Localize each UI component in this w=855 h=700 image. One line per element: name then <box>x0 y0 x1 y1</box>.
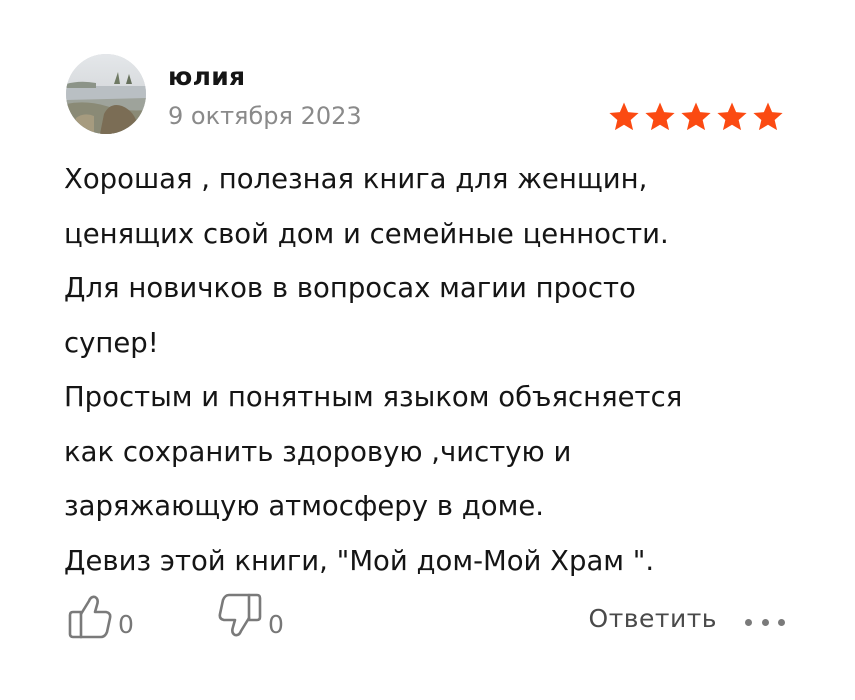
review-text-line: Хорошая , полезная книга для женщин, <box>64 163 648 195</box>
star-icon <box>751 100 785 134</box>
avatar[interactable] <box>66 54 146 134</box>
review-text-line: Девиз этой книги, "Мой дом-Мой Храм ". <box>64 544 655 577</box>
review-text-line: заряжающую атмосферу в доме. <box>64 490 544 522</box>
dot <box>761 618 769 626</box>
like-count: 0 <box>118 609 134 639</box>
rating-stars <box>607 100 785 134</box>
more-dots-icon[interactable] <box>745 610 785 634</box>
star-icon <box>607 100 641 134</box>
star-icon <box>643 100 677 134</box>
dislike-count: 0 <box>268 609 284 639</box>
review-text-line: Для новичков в вопросах магии просто <box>64 272 636 304</box>
dot <box>745 618 752 626</box>
star-icon <box>679 100 713 134</box>
author-name[interactable]: юлия <box>168 62 245 91</box>
review-text-line: как сохранить здоровую ,чистую и <box>64 435 572 468</box>
star-icon <box>715 100 749 134</box>
dislike-button[interactable]: 0 <box>216 590 284 642</box>
reply-button[interactable]: Ответить <box>589 604 717 633</box>
review-text-line: ценящих свой дом и семейные ценности. <box>64 217 669 250</box>
review-text: Хорошая , полезная книга для женщин, цен… <box>64 152 804 588</box>
review-footer: 0 0 Ответить <box>66 590 785 654</box>
review-text-line: супер! <box>64 326 159 359</box>
like-button[interactable]: 0 <box>66 590 134 642</box>
avatar-photo <box>66 54 146 134</box>
dot <box>778 618 785 626</box>
review-header: юлия 9 октября 2023 <box>66 52 785 134</box>
review-text-line: Простым и понятным языком объясняется <box>64 381 683 413</box>
review-card: юлия 9 октября 2023 Хорошая , полезная к… <box>0 0 855 700</box>
thumbs-up-icon <box>68 595 112 639</box>
review-date: 9 октября 2023 <box>168 102 362 130</box>
thumbs-down-icon <box>218 593 262 637</box>
